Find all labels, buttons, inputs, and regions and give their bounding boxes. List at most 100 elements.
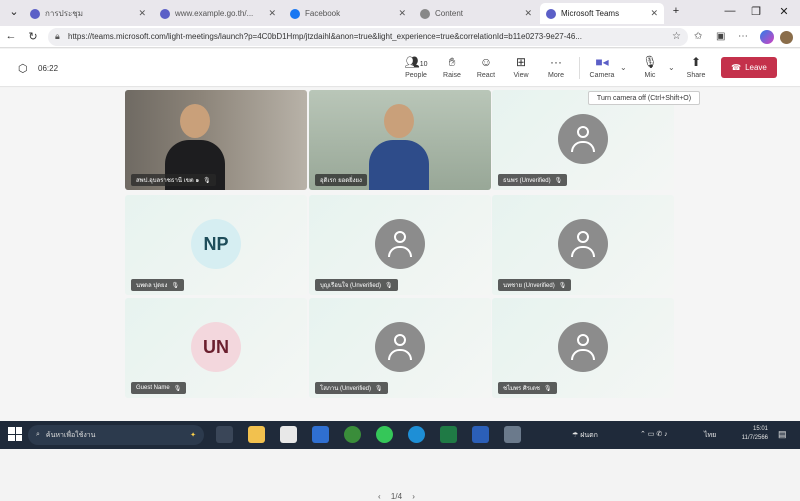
participant-tile[interactable]: อุดิเรก ยอดยิ่งยง [309,90,491,190]
person-placeholder-icon [558,114,608,164]
people-button[interactable]: 👥︎10 People [402,55,430,79]
input-language[interactable]: ไทย [704,430,716,441]
react-button[interactable]: ☺ React [472,55,500,79]
extensions-icon[interactable]: ▣ [716,31,725,42]
new-tab-button[interactable]: + [668,5,684,17]
address-bar-row: ← ↻ 🔒︎ https://teams.microsoft.com/light… [0,26,800,48]
video-gallery: สพป.อุบลราชธานี เขต ๑ 🎙︎ อุดิเรก ยอดยิ่งยง… [0,88,800,501]
participant-name-tag: นทชาย (Unverified) 🎙︎ [498,279,572,291]
participant-name: Guest Name [136,385,170,391]
participant-name-tag: สพป.อุบลราชธานี เขต ๑ 🎙︎ [131,174,216,186]
browser-tab-3[interactable]: Facebook ✕ [284,3,412,24]
more-options-icon[interactable]: ⋯ [738,31,748,42]
camera-label: Camera [589,72,615,79]
people-count: 10 [419,61,428,68]
url-field[interactable]: 🔒︎ https://teams.microsoft.com/light-mee… [48,28,688,46]
people-label: People [405,72,427,79]
chrome-icon[interactable] [344,426,361,443]
participant-tile[interactable]: ธนพร (Unverified) 🎙︎ [492,90,674,190]
store-icon[interactable] [280,426,297,443]
browser-tab-5[interactable]: Microsoft Teams ✕ [540,3,664,24]
teams-favicon-icon [30,8,40,19]
favorite-star-icon[interactable]: ☆ [672,31,681,42]
refresh-button[interactable]: ↻ [26,30,40,43]
tray-icons[interactable]: ⌃ ▭ ✆ ♪ [640,430,668,438]
browser-tab-4[interactable]: Content ✕ [414,3,538,24]
weather-widget[interactable]: ☂ ฝนตก [572,430,598,441]
participant-tile[interactable]: UN Guest Name 🎙︎ [125,298,307,398]
excel-icon[interactable] [440,426,457,443]
camera-tooltip: Turn camera off (Ctrl+Shift+O) [588,91,700,105]
participant-name: อุดิเรก ยอดยิ่งยง [320,178,362,184]
camera-button[interactable]: ■◂ Camera [588,55,616,79]
mic-label: Mic [644,72,656,79]
tab-title: Microsoft Teams [561,9,620,18]
calculator-icon[interactable] [504,426,521,443]
raise-hand-button[interactable]: ✋︎ Raise [438,55,466,79]
weather-text: ฝนตก [580,432,598,439]
tab-title: www.example.go.th/... [175,9,254,18]
close-tab-icon[interactable]: ✕ [138,8,146,19]
camera-options-chevron-icon[interactable]: ⌄ [620,63,627,72]
taskbar-search-placeholder: ค้นหาเพื่อใช้งาน [45,431,96,439]
profile-avatar[interactable] [780,31,793,44]
mic-options-chevron-icon[interactable]: ⌄ [668,63,675,72]
mic-muted-icon: 🎙︎ [375,385,383,392]
maximize-button[interactable]: ❐ [748,5,764,18]
browser-tab-2[interactable]: www.example.go.th/... ✕ [154,3,282,24]
close-tab-icon[interactable]: ✕ [398,8,406,19]
participant-tile[interactable]: ชไมพร ศิรเดช 🎙︎ [492,298,674,398]
participant-tile[interactable]: สพป.อุบลราชธานี เขต ๑ 🎙︎ [125,90,307,190]
hang-up-icon: ☎︎ [731,63,742,72]
raise-hand-icon: ✋︎ [448,55,456,69]
view-button[interactable]: ⊞ View [507,55,535,79]
file-explorer-icon[interactable] [248,426,265,443]
more-button[interactable]: ··· More [542,55,570,79]
mic-muted-icon: 🎙︎ [173,385,182,392]
clock-date: 11/7/2566 [741,435,768,441]
next-page-button[interactable]: › [412,492,415,501]
favorites-icon[interactable]: ✩ [694,31,702,42]
back-button[interactable]: ← [4,30,18,42]
participant-tile[interactable]: นทชาย (Unverified) 🎙︎ [492,195,674,295]
mail-icon[interactable] [312,426,329,443]
toolbar-divider [579,57,580,79]
participant-tile[interactable]: โสภาน (Unverified) 🎙︎ [309,298,491,398]
taskbar-clock[interactable]: 15:01 11/7/2566 [728,425,768,443]
participant-tile[interactable]: NP นพดล ปุดยง 🎙︎ [125,195,307,295]
tab-title: Content [435,9,464,18]
person-placeholder-icon [558,219,608,269]
windows-taskbar: ⌕ ค้นหาเพื่อใช้งาน ✦ ☂ ฝนตก ⌃ ▭ ✆ ♪ ไทย … [0,421,800,449]
close-tab-icon[interactable]: ✕ [524,8,532,19]
participant-tile[interactable]: บุญเรือนใจ (Unverified) 🎙︎ [309,195,491,295]
close-tab-icon[interactable]: ✕ [268,8,276,19]
participant-name: บุญเรือนใจ (Unverified) [320,283,382,289]
tab-list-icon[interactable]: ⌄ [6,5,22,18]
close-window-button[interactable]: ✕ [776,5,792,18]
url-text: https://teams.microsoft.com/light-meetin… [68,32,582,41]
person-placeholder-icon [375,322,425,372]
notification-icon[interactable]: ▤ [778,429,787,440]
share-screen-icon: ⬆ [690,55,702,69]
close-tab-icon[interactable]: ✕ [650,8,658,19]
previous-page-button[interactable]: ‹ [378,492,381,501]
mic-muted-icon: 🎙︎ [554,177,563,184]
windows-start-icon[interactable] [8,427,22,441]
task-view-icon[interactable] [216,426,233,443]
share-button[interactable]: ⬆ Share [682,55,710,79]
browser-tab-1[interactable]: การประชุม ✕ [24,3,152,24]
participant-name-tag: Guest Name 🎙︎ [131,382,187,394]
mic-button[interactable]: 🎙︎ Mic [636,55,664,79]
line-icon[interactable] [376,426,393,443]
lock-icon: 🔒︎ [55,31,60,41]
word-icon[interactable] [472,426,489,443]
participant-silhouette [369,104,429,190]
browser-tab-bar: ⌄ การประชุม ✕ www.example.go.th/... ✕ Fa… [0,0,800,26]
minimize-button[interactable]: — [722,5,738,17]
participant-name-tag: ชไมพร ศิรเดช 🎙︎ [498,382,557,394]
taskbar-search-box[interactable]: ⌕ ค้นหาเพื่อใช้งาน ✦ [28,425,204,445]
copilot-icon[interactable] [760,30,774,44]
edge-icon[interactable] [408,426,425,443]
leave-button[interactable]: ☎︎ Leave [721,57,777,78]
participant-name-tag: โสภาน (Unverified) 🎙︎ [315,382,388,394]
